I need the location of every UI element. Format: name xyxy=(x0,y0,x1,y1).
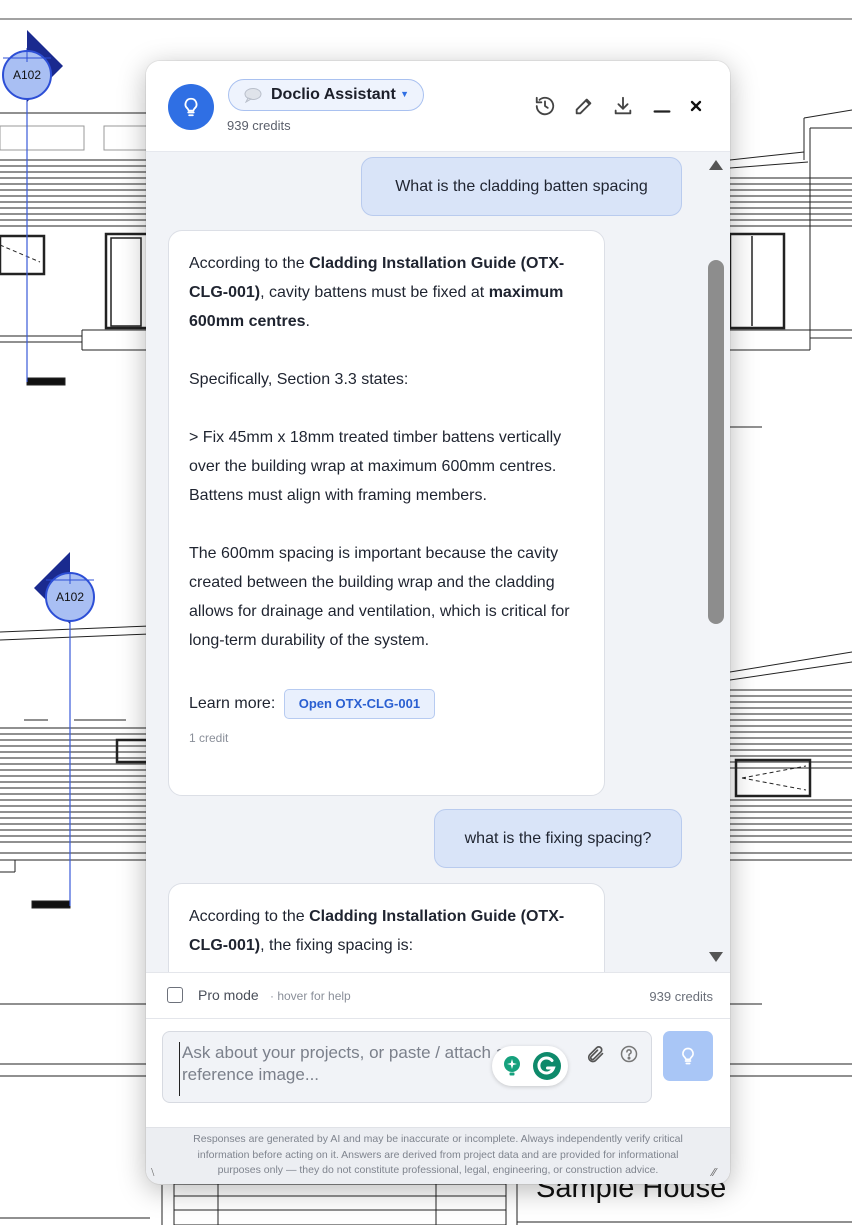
minimize-button[interactable] xyxy=(651,95,673,117)
message-credit-cost: 1 credit xyxy=(189,731,229,745)
scroll-up-arrow-icon[interactable] xyxy=(708,159,724,171)
open-document-button[interactable]: Open OTX-CLG-001 xyxy=(283,689,436,719)
message-list[interactable]: What is the cladding batten spacing Acco… xyxy=(146,152,730,972)
assistant-message: According to the Cladding Installation G… xyxy=(168,883,605,972)
panel-header: Doclio Assistant ▼ 939 credits xyxy=(146,61,730,152)
answer-paragraph-2: Specifically, Section 3.3 states: xyxy=(189,371,409,388)
pro-mode-hint[interactable]: · hover for help xyxy=(270,989,351,1003)
minimize-icon xyxy=(653,110,671,113)
answer-paragraph-1: According to the Cladding Installation G… xyxy=(189,908,565,954)
scrollbar-thumb[interactable] xyxy=(708,260,724,624)
close-icon xyxy=(690,100,702,112)
download-icon xyxy=(614,96,632,115)
close-button[interactable] xyxy=(685,95,707,117)
grammarly-widget[interactable] xyxy=(492,1046,568,1086)
chevron-down-icon: ▼ xyxy=(400,89,409,99)
send-button[interactable] xyxy=(663,1031,713,1081)
edit-button[interactable] xyxy=(573,95,595,117)
edit-icon xyxy=(575,98,592,115)
remaining-credits: 939 credits xyxy=(649,989,713,1004)
section-marker-label-1: A102 xyxy=(12,68,42,82)
assistant-message: According to the Cladding Installation G… xyxy=(168,230,605,796)
pro-mode-row: Pro mode · hover for help 939 credits xyxy=(146,972,730,1019)
scroll-down-arrow-icon[interactable] xyxy=(708,951,724,963)
chat-bubble-icon xyxy=(244,88,262,103)
answer-paragraph-1: According to the Cladding Installation G… xyxy=(189,255,565,330)
user-message: what is the fixing spacing? xyxy=(434,809,682,868)
composer xyxy=(146,1019,730,1127)
message-input-box[interactable] xyxy=(162,1031,652,1103)
answer-paragraph-4: The 600mm spacing is important because t… xyxy=(189,545,570,649)
ai-disclaimer: Responses are generated by AI and may be… xyxy=(146,1127,730,1184)
download-button[interactable] xyxy=(612,95,634,117)
assistant-selector-dropdown[interactable]: Doclio Assistant ▼ xyxy=(228,79,424,111)
lightbulb-icon xyxy=(682,1047,694,1065)
lightbulb-icon xyxy=(184,97,198,117)
pro-mode-label: Pro mode xyxy=(198,987,259,1003)
pro-mode-checkbox[interactable] xyxy=(167,987,183,1003)
answer-quote: > Fix 45mm x 18mm treated timber battens… xyxy=(189,429,562,504)
assistant-avatar xyxy=(168,84,214,130)
header-credits: 939 credits xyxy=(227,118,291,133)
assistant-name: Doclio Assistant xyxy=(271,86,396,103)
resize-handle-bottom-left[interactable]: ⧵ xyxy=(151,1167,163,1179)
user-message: What is the cladding batten spacing xyxy=(361,157,682,216)
history-icon xyxy=(535,96,555,116)
paperclip-icon[interactable] xyxy=(585,1044,605,1064)
sparkle-bulb-icon xyxy=(504,1056,520,1076)
section-marker-label-2: A102 xyxy=(55,590,85,604)
resize-handle-bottom-right[interactable]: ⁄⁄ xyxy=(712,1167,724,1179)
learn-more-row: Learn more: Open OTX-CLG-001 xyxy=(189,689,584,719)
history-button[interactable] xyxy=(534,95,556,117)
grammarly-icon xyxy=(533,1052,561,1080)
section-marker-top xyxy=(2,30,63,382)
help-icon[interactable] xyxy=(619,1044,639,1064)
assistant-chat-panel: ⁄⁄ ⧵ Doclio Assistant ▼ 939 credits xyxy=(146,61,730,1184)
message-input[interactable] xyxy=(179,1042,512,1096)
